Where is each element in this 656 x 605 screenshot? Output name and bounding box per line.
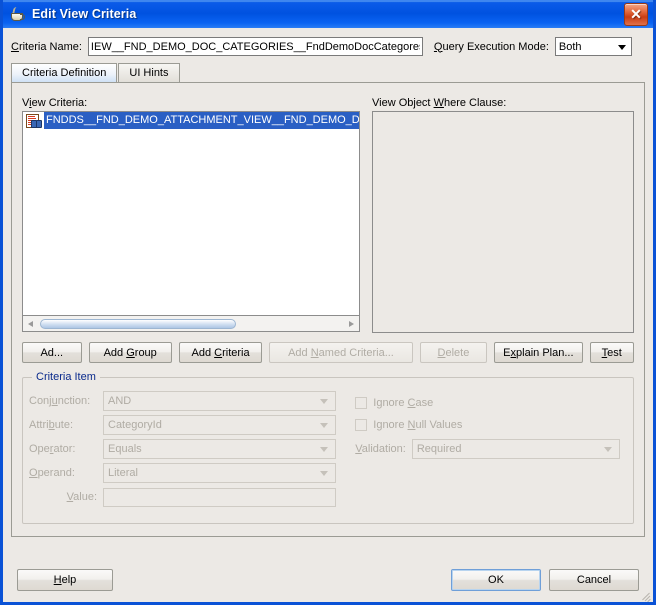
- ok-button[interactable]: OK: [451, 569, 541, 591]
- dialog-titlebar[interactable]: Edit View Criteria ✕: [3, 0, 653, 28]
- value-input: [103, 487, 336, 507]
- tab-criteria-definition-label: Criteria Definition: [22, 67, 107, 79]
- criteria-item-group-title: Criteria Item: [32, 371, 100, 383]
- conjunction-value: AND: [108, 395, 132, 407]
- criteria-item-left-column: Conjunction: AND Attribute: CategoryId O…: [29, 390, 349, 510]
- value-row: Value:: [29, 486, 349, 508]
- dialog-title: Edit View Criteria: [32, 7, 137, 21]
- delete-button: Delete: [419, 342, 488, 363]
- operand-row: Operand: Literal: [29, 462, 349, 484]
- add-criteria-button[interactable]: Add Criteria: [178, 342, 263, 363]
- add-named-criteria-button-label: Add Named Criteria...: [288, 346, 394, 359]
- validation-label: Validation:: [355, 443, 406, 455]
- view-criteria-label: View Criteria:: [22, 97, 88, 109]
- tree-item[interactable]: FNDDS__FND_DEMO_ATTACHMENT_VIEW__FND_DEM…: [23, 112, 359, 129]
- chevron-down-icon: [320, 447, 328, 452]
- query-execution-mode-value: Both: [558, 40, 582, 53]
- chevron-down-icon: [320, 423, 328, 428]
- criteria-definition-panel: View Criteria: FNDDS__FND_DEMO_ATTACHMEN…: [11, 82, 645, 537]
- where-clause-pane: View Object Where Clause:: [372, 97, 634, 333]
- add-group-button[interactable]: Add Group: [88, 342, 172, 363]
- close-icon[interactable]: ✕: [624, 2, 648, 26]
- operator-select: Equals: [103, 439, 336, 459]
- test-button-label: Test: [601, 346, 622, 359]
- chevron-down-icon: [603, 447, 612, 452]
- operator-row: Operator: Equals: [29, 438, 349, 460]
- ignore-case-label: Ignore Case: [373, 397, 434, 409]
- criteria-item-group: Criteria Item Conjunction: AND Attribute…: [22, 371, 634, 524]
- edit-view-criteria-dialog: Edit View Criteria ✕ Criteria Name: Quer…: [0, 0, 656, 605]
- criteria-item-fields: Conjunction: AND Attribute: CategoryId O…: [29, 390, 627, 510]
- ignore-null-values-label: Ignore Null Values: [373, 419, 463, 431]
- ignore-case-row: Ignore Case: [355, 392, 627, 414]
- attribute-value: CategoryId: [108, 419, 162, 431]
- criteria-action-buttons: Ad... Add Group Add Criteria Add Named C…: [22, 342, 634, 363]
- panes-container: View Criteria: FNDDS__FND_DEMO_ATTACHMEN…: [22, 97, 634, 333]
- tab-ui-hints[interactable]: UI Hints: [118, 63, 180, 82]
- criteria-name-row: Criteria Name: Query Execution Mode: Bot…: [3, 28, 653, 62]
- scroll-right-icon[interactable]: [344, 317, 359, 331]
- attribute-row: Attribute: CategoryId: [29, 414, 349, 436]
- scroll-left-icon[interactable]: [23, 317, 38, 331]
- conjunction-row: Conjunction: AND: [29, 390, 349, 412]
- view-criteria-tree[interactable]: FNDDS__FND_DEMO_ATTACHMENT_VIEW__FND_DEM…: [22, 111, 360, 316]
- tabstrip: Criteria Definition UI Hints: [11, 62, 645, 82]
- attribute-select: CategoryId: [103, 415, 336, 435]
- query-execution-mode-label: Query Execution Mode:: [433, 40, 549, 53]
- add-button-label: Ad...: [40, 346, 64, 359]
- conjunction-select: AND: [103, 391, 336, 411]
- tab-ui-hints-label: UI Hints: [129, 67, 169, 79]
- criteria-name-label: Criteria Name:: [11, 40, 82, 53]
- operand-value: Literal: [108, 467, 138, 479]
- ignore-case-checkbox: [355, 397, 368, 409]
- cancel-button-label: Cancel: [576, 574, 612, 586]
- chevron-down-icon: [320, 471, 328, 476]
- criteria-item-right-column: Ignore Case Ignore Null Values Validatio…: [349, 390, 627, 510]
- tab-criteria-definition[interactable]: Criteria Definition: [11, 63, 118, 82]
- ignore-null-values-row: Ignore Null Values: [355, 414, 627, 436]
- close-glyph: ✕: [630, 5, 642, 22]
- add-button[interactable]: Ad...: [22, 342, 82, 363]
- scrollbar-thumb[interactable]: [40, 318, 236, 329]
- help-button-label: Help: [53, 574, 77, 586]
- operand-select: Literal: [103, 463, 336, 483]
- operator-label: Operator:: [29, 443, 76, 455]
- where-clause-label: View Object Where Clause:: [372, 97, 507, 109]
- attribute-label: Attribute:: [29, 419, 74, 431]
- chevron-down-icon: [617, 44, 626, 50]
- conjunction-label: Conjunction:: [29, 395, 91, 407]
- resize-grip[interactable]: [639, 588, 651, 602]
- tree-item-label: FNDDS__FND_DEMO_ATTACHMENT_VIEW__FND_DEM…: [44, 112, 359, 129]
- test-button[interactable]: Test: [589, 342, 634, 363]
- cancel-button[interactable]: Cancel: [549, 569, 639, 591]
- java-cup-icon: [9, 6, 26, 23]
- add-group-button-label: Add Group: [103, 346, 157, 359]
- view-criteria-icon: [26, 113, 42, 128]
- criteria-name-input[interactable]: [87, 37, 423, 56]
- value-label: Value:: [66, 491, 97, 503]
- ignore-null-values-checkbox: [355, 419, 368, 431]
- help-button[interactable]: Help: [17, 569, 113, 591]
- tree-horizontal-scrollbar[interactable]: [22, 316, 360, 332]
- validation-value: Required: [416, 443, 462, 455]
- explain-plan-button[interactable]: Explain Plan...: [494, 342, 583, 363]
- query-execution-mode-select[interactable]: Both: [554, 37, 632, 56]
- ok-button-label: OK: [488, 574, 504, 586]
- delete-button-label: Delete: [437, 346, 470, 359]
- explain-plan-button-label: Explain Plan...: [503, 346, 574, 359]
- dialog-footer: Help OK Cancel: [3, 558, 653, 602]
- scrollbar-track[interactable]: [38, 317, 344, 331]
- operand-label: Operand:: [29, 467, 75, 479]
- view-criteria-pane: View Criteria: FNDDS__FND_DEMO_ATTACHMEN…: [22, 97, 360, 333]
- validation-select: Required: [411, 439, 620, 459]
- validation-row: Validation: Required: [355, 438, 627, 460]
- where-clause-textarea[interactable]: [372, 111, 634, 333]
- chevron-down-icon: [320, 399, 328, 404]
- add-criteria-button-label: Add Criteria: [191, 346, 250, 359]
- operator-value: Equals: [108, 443, 142, 455]
- add-named-criteria-button: Add Named Criteria...: [269, 342, 413, 363]
